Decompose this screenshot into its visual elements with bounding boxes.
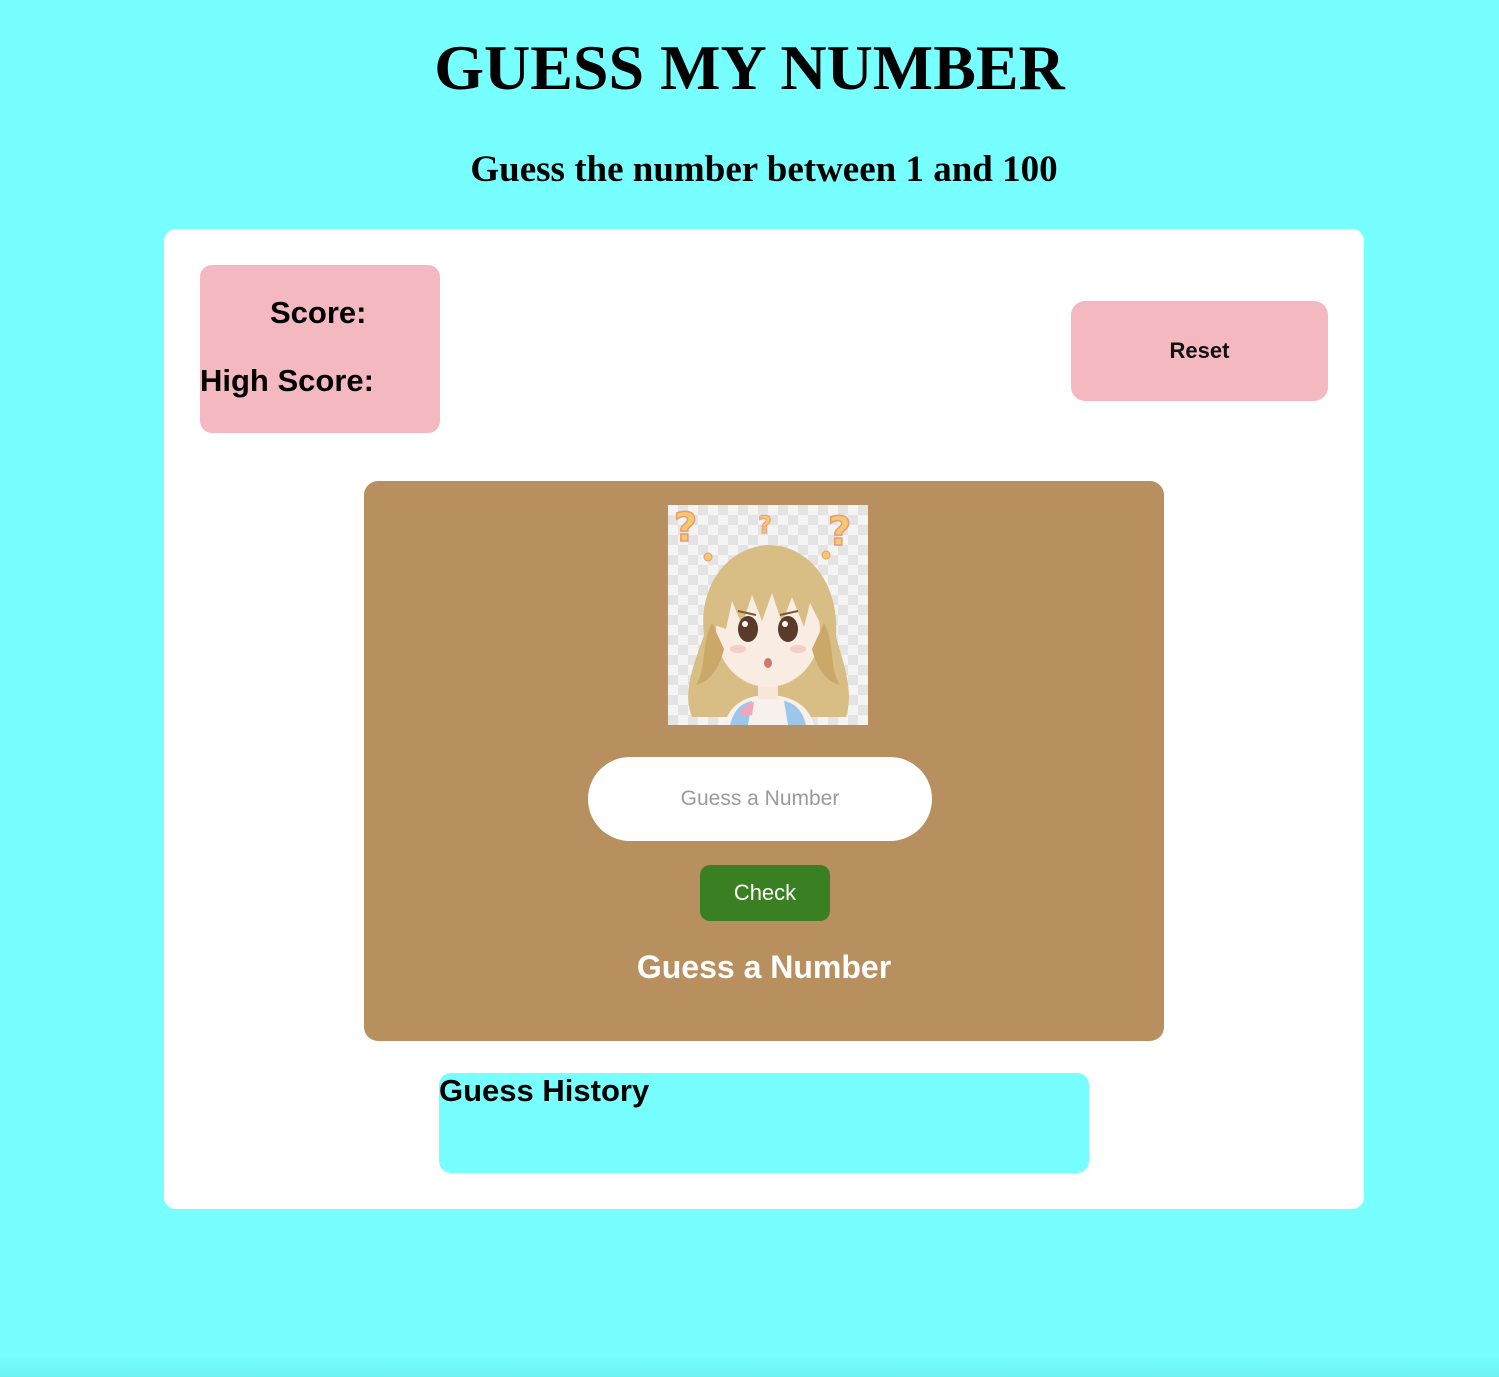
high-score-label: High Score: xyxy=(200,363,374,398)
guess-input[interactable] xyxy=(588,757,932,841)
check-button[interactable]: Check xyxy=(700,865,830,921)
game-message: Guess a Number xyxy=(636,949,892,985)
reset-button[interactable]: Reset xyxy=(1071,301,1328,401)
guess-history-title: Guess History xyxy=(439,1073,650,1108)
svg-text:?: ? xyxy=(674,505,697,551)
guess-history-box: Guess History xyxy=(439,1073,1089,1173)
score-label: Score: xyxy=(270,295,367,330)
page-title: GUESS MY NUMBER xyxy=(434,32,1065,103)
svg-text:?: ? xyxy=(828,509,851,555)
game-card: Score: High Score: Reset ? ? ? Guess a N… xyxy=(164,229,1364,1209)
page-subtitle: Guess the number between 1 and 100 xyxy=(470,149,1058,190)
game-panel: ? ? ? Guess a Number Check Guess a Numbe… xyxy=(364,481,1164,1041)
svg-text:?: ? xyxy=(758,511,772,539)
confused-girl-icon: ? ? ? xyxy=(668,505,868,725)
bottom-shade xyxy=(0,1357,1499,1377)
score-box: Score: High Score: xyxy=(200,265,440,433)
